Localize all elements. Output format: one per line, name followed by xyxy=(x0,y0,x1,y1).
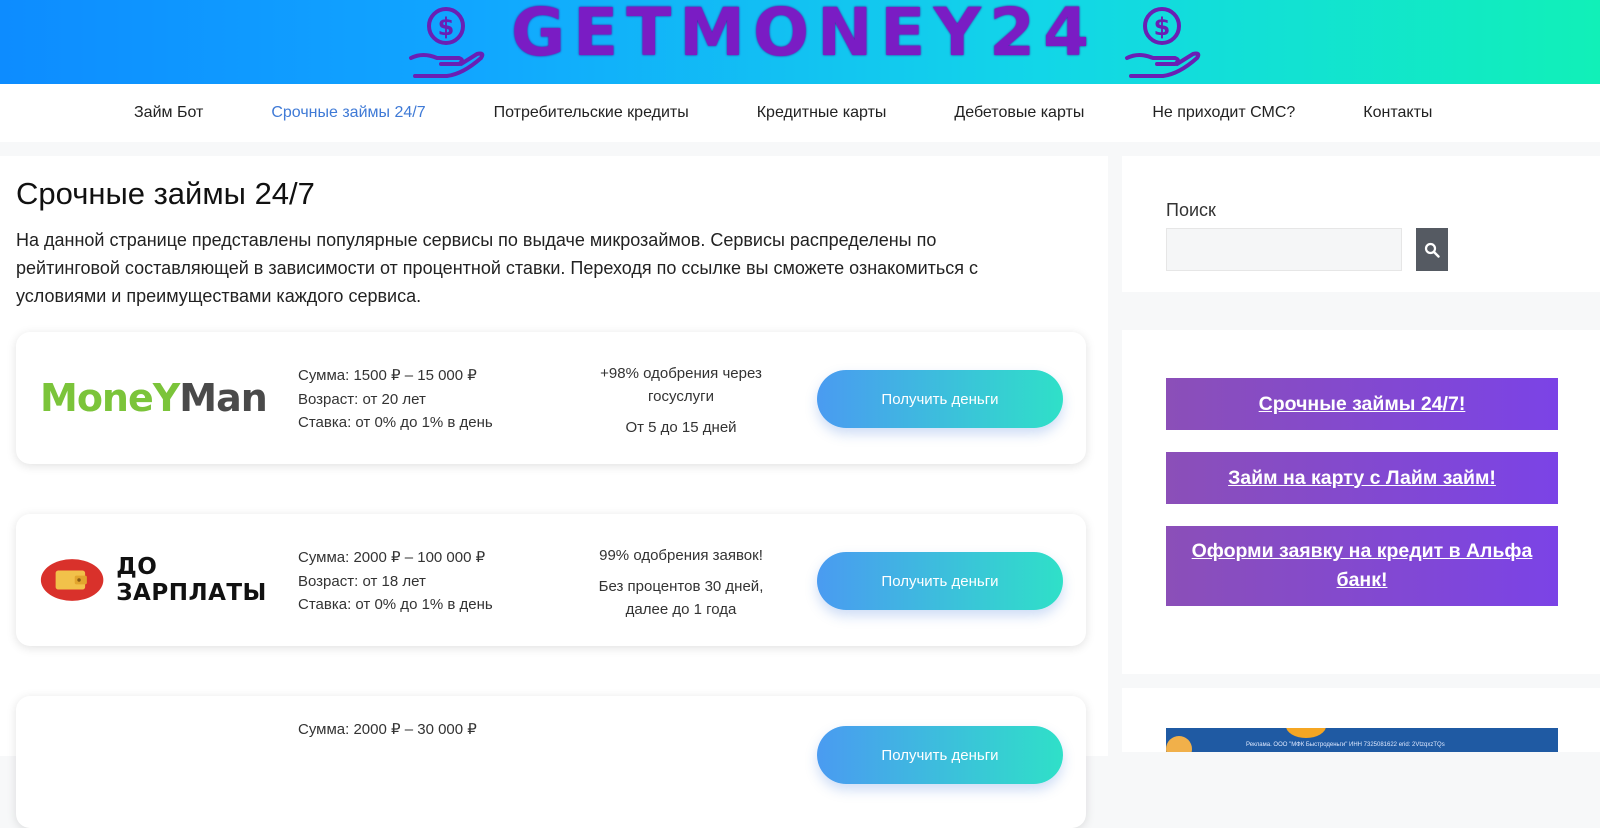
nav-item-zaim-bot[interactable]: Займ Бот xyxy=(100,104,237,122)
main-nav: Займ Бот Срочные займы 24/7 Потребительс… xyxy=(0,84,1600,142)
offer-rate: Ставка: от 0% до 1% в день xyxy=(298,414,493,431)
offer-age: Возраст: от 20 лет xyxy=(298,390,426,408)
offer-card-do-zarplaty: ДО ЗАРПЛАТЫ Сумма: 2000 ₽ – 100 000 ₽ Во… xyxy=(16,514,1086,646)
site-logo[interactable]: $ GETMONEY24 $ xyxy=(395,0,1201,84)
ad-graphic xyxy=(1166,736,1192,752)
nav-item-urgent-loans[interactable]: Срочные займы 24/7 xyxy=(237,104,459,122)
do-zarplaty-logo[interactable]: ДО ЗАРПЛАТЫ xyxy=(40,514,290,646)
get-money-button[interactable]: Получить деньги xyxy=(817,370,1063,428)
money-hand-icon: $ xyxy=(403,0,489,84)
ad-graphic xyxy=(1286,728,1326,738)
get-money-button[interactable]: Получить деньги xyxy=(817,726,1063,784)
offer-amount: Сумма: 2000 ₽ – 100 000 ₽ xyxy=(298,549,486,566)
offer-details: Сумма: 2000 ₽ – 100 000 ₽ Возраст: от 18… xyxy=(298,546,493,617)
svg-text:$: $ xyxy=(1154,13,1171,41)
offer-details: Сумма: 1500 ₽ – 15 000 ₽ Возраст: от 20 … xyxy=(298,364,493,435)
offer-amount: Сумма: 1500 ₽ – 15 000 ₽ xyxy=(298,367,477,384)
page-intro: На данной странице представлены популярн… xyxy=(16,230,979,306)
money-hand-icon: $ xyxy=(1119,0,1205,84)
sidebar-link-alfa-bank[interactable]: Оформи заявку на кредит в Альфа банк! xyxy=(1166,526,1558,606)
offer-age: Возраст: от 18 лет xyxy=(298,572,426,590)
offer-promo: 99% одобрения заявок! Без процентов 30 д… xyxy=(576,544,786,621)
header-banner: $ GETMONEY24 $ xyxy=(0,0,1600,84)
get-money-button[interactable]: Получить деньги xyxy=(817,552,1063,610)
sidebar-link-lime-zaim[interactable]: Займ на карту с Лайм займ! xyxy=(1166,452,1558,504)
offer-promo-text: +98% одобрения через госуслуги xyxy=(600,365,762,405)
sidebar-links-widget: Срочные займы 24/7! Займ на карту с Лайм… xyxy=(1122,330,1600,674)
sidebar-link-urgent-loans[interactable]: Срочные займы 24/7! xyxy=(1166,378,1558,430)
wallet-icon xyxy=(40,559,104,601)
do-zarplaty-logo-text: ДО ЗАРПЛАТЫ xyxy=(116,554,267,606)
search-input[interactable] xyxy=(1166,228,1402,271)
moneyman-logo-part1: MoneY xyxy=(40,376,180,420)
sidebar-ad-widget: Реклама. ООО "МФК Быстроденьги" ИНН 7325… xyxy=(1122,688,1600,752)
offer-term: От 5 до 15 дней xyxy=(625,419,737,436)
offer-term: Без процентов 30 дней, далее до 1 года xyxy=(598,578,764,618)
ad-text: Реклама. ООО "МФК Быстроденьги" ИНН 7325… xyxy=(1246,742,1445,748)
sidebar-search-widget: Поиск xyxy=(1122,156,1600,292)
offer-amount: Сумма: 2000 ₽ – 30 000 ₽ xyxy=(298,721,477,738)
moneyman-logo[interactable]: MoneYMan xyxy=(40,332,290,464)
offer-promo: +98% одобрения через госуслуги От 5 до 1… xyxy=(576,362,786,439)
offer-promo-text: 99% одобрения заявок! xyxy=(599,547,763,564)
nav-item-credit-cards[interactable]: Кредитные карты xyxy=(723,104,921,122)
nav-item-consumer-credits[interactable]: Потребительские кредиты xyxy=(460,104,723,122)
page-title: Срочные займы 24/7 xyxy=(16,176,315,211)
nav-item-contacts[interactable]: Контакты xyxy=(1329,104,1466,122)
search-icon xyxy=(1424,242,1440,258)
nav-item-debit-cards[interactable]: Дебетовые карты xyxy=(920,104,1118,122)
moneyman-logo-part2: Man xyxy=(179,376,268,420)
offer-card-moneyman: MoneYMan Сумма: 1500 ₽ – 15 000 ₽ Возрас… xyxy=(16,332,1086,464)
ad-banner[interactable]: Реклама. ООО "МФК Быстроденьги" ИНН 7325… xyxy=(1166,728,1558,752)
main-content: Срочные займы 24/7 На данной странице пр… xyxy=(0,156,1108,828)
search-label: Поиск xyxy=(1166,200,1216,220)
svg-text:$: $ xyxy=(438,13,455,41)
offer-card-3: Сумма: 2000 ₽ – 30 000 ₽ Получить деньги xyxy=(16,696,1086,828)
nav-item-no-sms[interactable]: Не приходит СМС? xyxy=(1118,104,1329,122)
search-button[interactable] xyxy=(1416,228,1448,271)
offer-details: Сумма: 2000 ₽ – 30 000 ₽ xyxy=(298,718,477,742)
logo-text: GETMONEY24 xyxy=(511,0,1098,71)
offer-rate: Ставка: от 0% до 1% в день xyxy=(298,596,493,613)
